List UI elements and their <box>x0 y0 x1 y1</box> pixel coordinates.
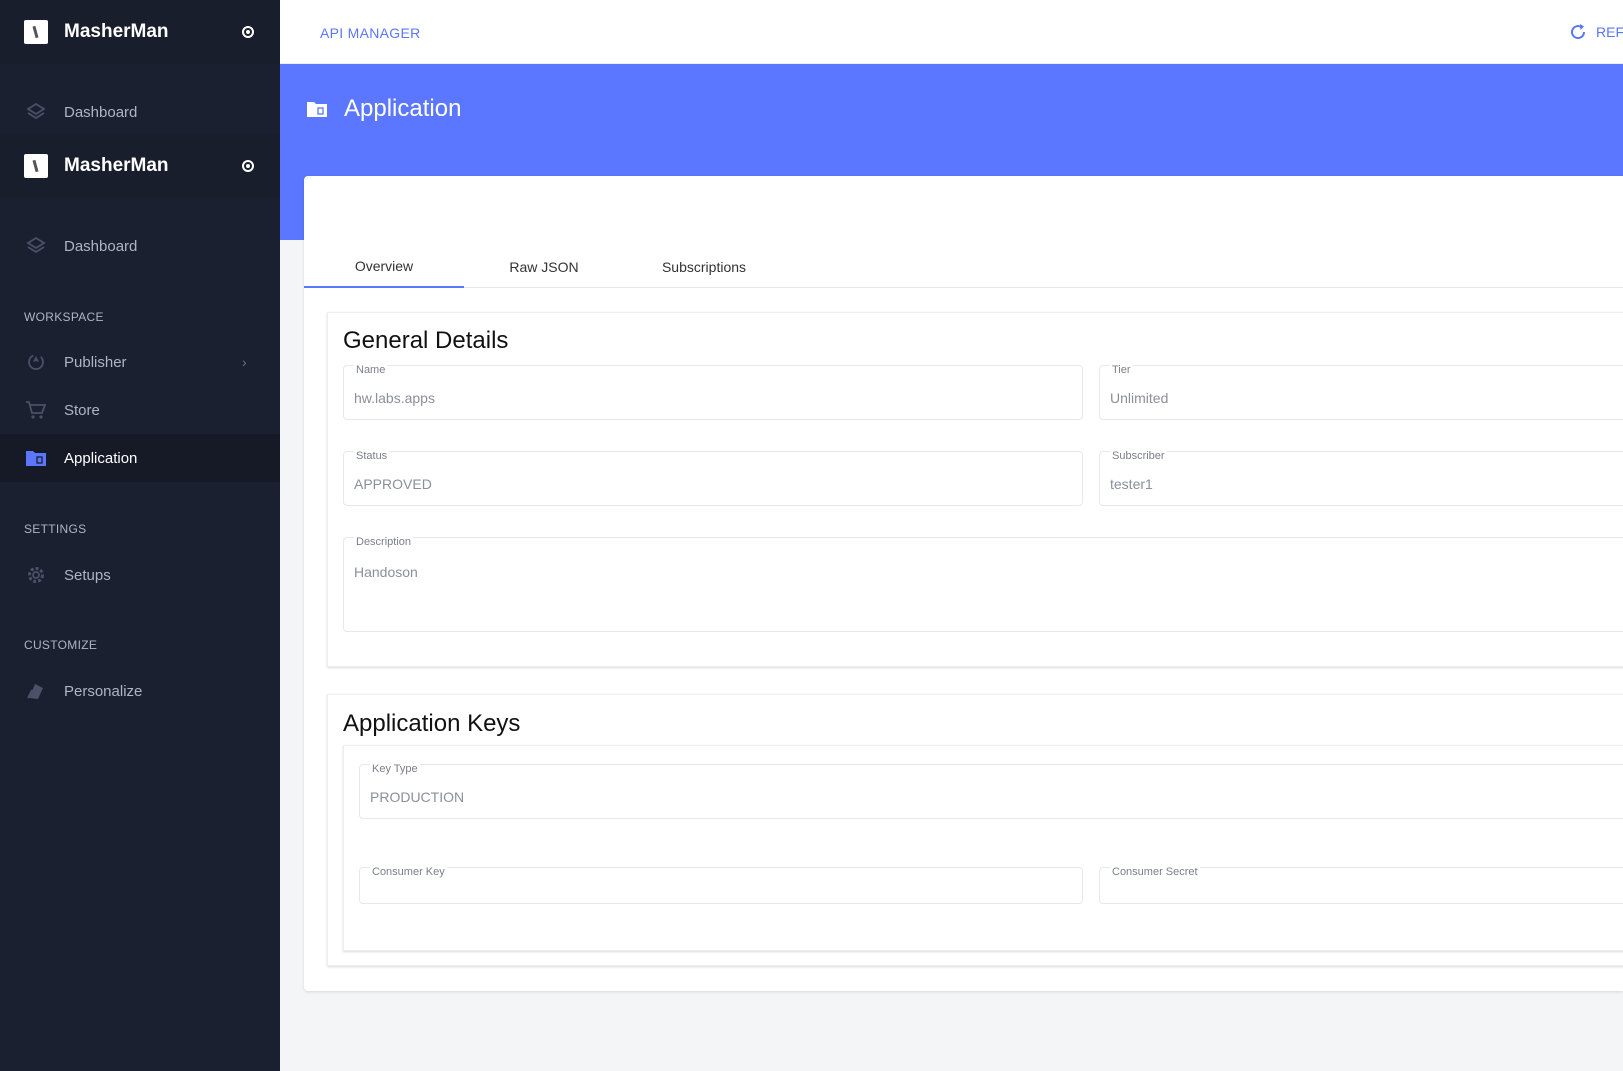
consumer-secret-field[interactable]: Consumer Secret <box>1099 866 1623 904</box>
layers-icon <box>24 234 48 258</box>
cart-icon <box>24 398 48 422</box>
brand-header: MasherMan <box>0 0 280 64</box>
sidebar-item-publisher[interactable]: Publisher › <box>0 338 280 386</box>
field-value: PRODUCTION <box>370 789 465 805</box>
top-bar: API MANAGER REF <box>280 0 1623 64</box>
tier-field: Tier Unlimited <box>1099 364 1623 420</box>
refresh-label: REF <box>1596 24 1623 40</box>
field-value: Unlimited <box>1110 390 1169 406</box>
sidebar-item-store[interactable]: Store <box>0 386 280 434</box>
sidebar-item-label: Application <box>64 449 138 467</box>
name-field: Name hw.labs.apps <box>343 364 1083 420</box>
tab-subscriptions[interactable]: Subscriptions <box>624 246 784 288</box>
sidebar-item-label: Personalize <box>64 682 143 700</box>
breadcrumb[interactable]: API MANAGER <box>320 25 421 41</box>
section-heading: Application Keys <box>343 710 521 737</box>
brand-logo <box>24 154 48 178</box>
sidebar-item-label: Dashboard <box>64 103 138 121</box>
field-label: Status <box>354 450 390 462</box>
sidebar-item-personalize[interactable]: Personalize <box>0 667 280 715</box>
folder-icon <box>306 100 328 118</box>
chevron-right-icon: › <box>242 354 247 370</box>
tab-bar: Overview Raw JSON Subscriptions <box>304 246 1623 288</box>
sidebar-item-dashboard[interactable]: Dashboard <box>0 88 280 136</box>
folder-icon <box>24 446 48 470</box>
tab-raw-json[interactable]: Raw JSON <box>464 246 624 288</box>
field-value: tester1 <box>1110 476 1153 492</box>
sidebar-item-application[interactable]: Application <box>0 434 280 482</box>
brand-name: MasherMan <box>64 155 169 176</box>
tab-overview[interactable]: Overview <box>304 246 464 288</box>
field-label: Consumer Secret <box>1110 866 1200 878</box>
production-keys-panel: Key Type PRODUCTION Consumer Key Consume… <box>343 745 1623 951</box>
field-label: Consumer Key <box>370 866 447 878</box>
section-title-settings: SETTINGS <box>24 522 87 536</box>
layers-icon <box>24 100 48 124</box>
field-label: Description <box>354 536 414 548</box>
key-type-field: Key Type PRODUCTION <box>359 763 1623 819</box>
general-details-panel: General Details Name hw.labs.apps Tier U… <box>327 312 1623 667</box>
description-field: Description Handoson <box>343 536 1623 632</box>
consumer-key-field[interactable]: Consumer Key <box>359 866 1083 904</box>
sidebar-item-label: Dashboard <box>64 237 138 255</box>
refresh-button[interactable]: REF <box>1568 22 1623 42</box>
brand-name: MasherMan <box>64 21 169 42</box>
section-heading: General Details <box>343 327 509 354</box>
field-label: Key Type <box>370 763 420 775</box>
sidebar-item-setups[interactable]: Setups <box>0 551 280 599</box>
application-keys-panel: Application Keys Key Type PRODUCTION Con… <box>327 694 1623 966</box>
status-field: Status APPROVED <box>343 450 1083 506</box>
publisher-icon <box>24 350 48 374</box>
palette-icon <box>24 679 48 703</box>
sidebar: MasherMan Dashboard MasherMan Dashboard … <box>0 0 280 1071</box>
brand-logo <box>24 20 48 44</box>
field-label: Tier <box>1110 364 1133 376</box>
brand-header-2: MasherMan <box>0 134 280 198</box>
refresh-icon <box>1568 22 1588 42</box>
field-value: hw.labs.apps <box>354 390 435 406</box>
sidebar-toggle-icon[interactable] <box>242 26 254 38</box>
sidebar-toggle-icon[interactable] <box>242 160 254 172</box>
sidebar-item-label: Store <box>64 401 100 419</box>
sidebar-item-dashboard-2[interactable]: Dashboard <box>0 222 280 270</box>
field-label: Name <box>354 364 388 376</box>
field-value: Handoson <box>354 564 418 580</box>
subscriber-field: Subscriber tester1 <box>1099 450 1623 506</box>
field-value: APPROVED <box>354 476 432 492</box>
field-label: Subscriber <box>1110 450 1167 462</box>
page-title: Application <box>344 95 462 122</box>
section-title-customize: CUSTOMIZE <box>24 638 98 652</box>
gear-icon <box>24 563 48 587</box>
sidebar-item-label: Setups <box>64 566 111 584</box>
sidebar-item-label: Publisher <box>64 353 127 371</box>
application-card: Overview Raw JSON Subscriptions General … <box>304 176 1623 991</box>
section-title-workspace: WORKSPACE <box>24 310 104 324</box>
